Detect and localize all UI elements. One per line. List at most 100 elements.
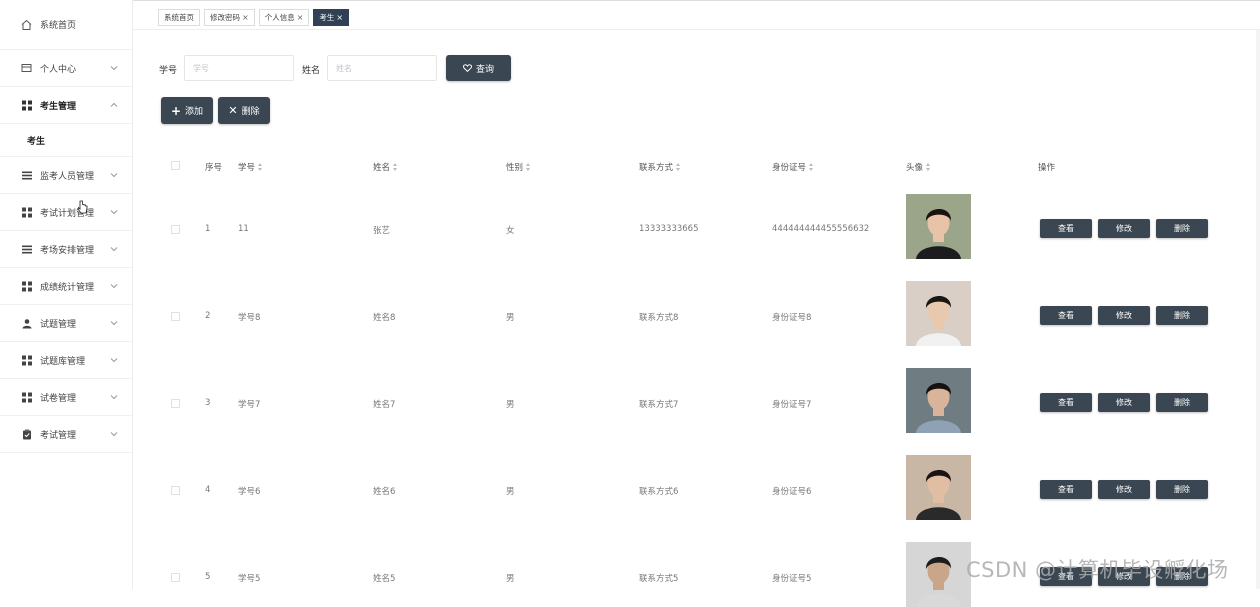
column-header-label: 学号 [238, 163, 256, 173]
close-icon[interactable]: × [242, 13, 249, 22]
delete-button[interactable]: ✕ 删除 [218, 97, 270, 124]
sidebar-item-label: 试题管理 [40, 319, 77, 330]
view-button[interactable]: 查看 [1040, 219, 1092, 238]
view-button[interactable]: 查看 [1040, 393, 1092, 412]
add-button-label: 添加 [185, 107, 204, 117]
close-icon[interactable]: × [336, 13, 343, 22]
row-delete-button[interactable]: 删除 [1156, 219, 1208, 238]
column-header-gender[interactable]: 性别 [506, 161, 531, 173]
cell-name: 姓名8 [373, 313, 396, 323]
list-icon [21, 170, 32, 181]
row-delete-button[interactable]: 删除 [1156, 393, 1208, 412]
cell-student-no: 学号5 [238, 574, 261, 584]
view-button[interactable]: 查看 [1040, 306, 1092, 325]
sidebar-item-invigilator-management[interactable]: 监考人员管理 [0, 157, 132, 194]
top-border [133, 0, 1260, 1]
sort-icon[interactable] [676, 163, 681, 171]
row-checkbox[interactable] [171, 399, 180, 408]
student-no-input[interactable] [184, 55, 294, 81]
id-card-icon [21, 63, 32, 74]
row-checkbox[interactable] [171, 573, 180, 582]
student-no-label: 学号 [159, 66, 178, 76]
edit-button[interactable]: 修改 [1098, 393, 1150, 412]
tag-home[interactable]: 系统首页 [158, 9, 200, 26]
edit-button[interactable]: 修改 [1098, 306, 1150, 325]
sidebar-item-exam-management[interactable]: 考试管理 [0, 416, 132, 453]
sort-icon[interactable] [526, 163, 531, 171]
column-header-name[interactable]: 姓名 [373, 161, 398, 173]
avatar-image[interactable] [906, 455, 971, 520]
sidebar-item-label: 考试管理 [40, 430, 77, 441]
cell-gender: 男 [506, 400, 515, 410]
cell-gender: 男 [506, 313, 515, 323]
sidebar-item-home[interactable]: 系统首页 [0, 0, 132, 50]
avatar-image[interactable] [906, 368, 971, 433]
scrollbar[interactable] [1256, 30, 1260, 589]
cell-id-no: 身份证号8 [772, 313, 812, 323]
cell-name: 姓名6 [373, 487, 396, 497]
name-label: 姓名 [302, 66, 321, 76]
edit-button[interactable]: 修改 [1098, 219, 1150, 238]
edit-button[interactable]: 修改 [1098, 480, 1150, 499]
sort-icon[interactable] [926, 163, 931, 171]
name-input[interactable] [327, 55, 437, 81]
cell-contact: 联系方式5 [639, 574, 679, 584]
cell-id-no: 身份证号6 [772, 487, 812, 497]
grid-icon [21, 392, 32, 403]
chevron-down-icon [110, 321, 118, 326]
select-all-checkbox[interactable] [171, 161, 180, 170]
chevron-down-icon [110, 66, 118, 71]
sidebar-item-label: 考生管理 [40, 101, 77, 112]
cell-index: 1 [205, 224, 211, 234]
mouse-cursor-icon [77, 200, 88, 214]
column-header-avatar[interactable]: 头像 [906, 161, 931, 173]
avatar-image[interactable] [906, 542, 971, 607]
column-header-student-no[interactable]: 学号 [238, 161, 263, 173]
list-icon [21, 244, 32, 255]
row-checkbox[interactable] [171, 225, 180, 234]
column-header-label: 性别 [506, 163, 524, 173]
sort-icon[interactable] [393, 163, 398, 171]
column-header-index: 序号 [205, 161, 222, 173]
sidebar-subitem-student[interactable]: 考生 [0, 124, 132, 157]
tag-label: 个人信息 [264, 13, 295, 22]
sidebar-item-exam-plan-management[interactable]: 考试计划管理 [0, 194, 132, 231]
query-button[interactable]: 查询 [446, 55, 511, 81]
column-header-id-no[interactable]: 身份证号 [772, 161, 814, 173]
home-icon [21, 19, 32, 30]
sidebar-item-question-bank[interactable]: 试题库管理 [0, 342, 132, 379]
cell-student-no: 学号8 [238, 313, 261, 323]
avatar-image[interactable] [906, 281, 971, 346]
query-button-label: 查询 [475, 64, 494, 75]
row-checkbox[interactable] [171, 486, 180, 495]
tag-student[interactable]: 考生 × [313, 9, 350, 26]
tags-view: 系统首页 修改密码 × 个人信息 × 考生 × [158, 9, 350, 26]
row-delete-button[interactable]: 删除 [1156, 480, 1208, 499]
avatar-image[interactable] [906, 194, 971, 259]
sidebar-item-paper-management[interactable]: 试卷管理 [0, 379, 132, 416]
sidebar-item-label: 试题库管理 [40, 356, 86, 367]
plus-icon: + [170, 103, 182, 118]
sort-icon[interactable] [809, 163, 814, 171]
sidebar-item-question-management[interactable]: 试题管理 [0, 305, 132, 342]
add-button[interactable]: + 添加 [161, 97, 213, 124]
cell-name: 姓名7 [373, 400, 396, 410]
cell-contact: 13333333665 [639, 224, 699, 234]
chevron-down-icon [110, 358, 118, 363]
sidebar-item-score-statistics[interactable]: 成绩统计管理 [0, 268, 132, 305]
sidebar-item-exam-room-management[interactable]: 考场安排管理 [0, 231, 132, 268]
row-delete-button[interactable]: 删除 [1156, 306, 1208, 325]
sidebar-item-label: 个人中心 [40, 64, 77, 75]
view-button[interactable]: 查看 [1040, 480, 1092, 499]
tag-change-password[interactable]: 修改密码 × [204, 9, 255, 26]
sort-icon[interactable] [258, 163, 263, 171]
sidebar-item-label: 系统首页 [40, 21, 77, 31]
column-header-contact[interactable]: 联系方式 [639, 161, 681, 173]
sidebar-item-student-management[interactable]: 考生管理 [0, 87, 132, 124]
tag-personal-info[interactable]: 个人信息 × [258, 9, 310, 26]
row-checkbox[interactable] [171, 312, 180, 321]
sidebar-item-personal-center[interactable]: 个人中心 [0, 50, 132, 87]
chevron-down-icon [110, 284, 118, 289]
cell-student-no: 11 [238, 224, 249, 234]
close-icon[interactable]: × [297, 13, 304, 22]
